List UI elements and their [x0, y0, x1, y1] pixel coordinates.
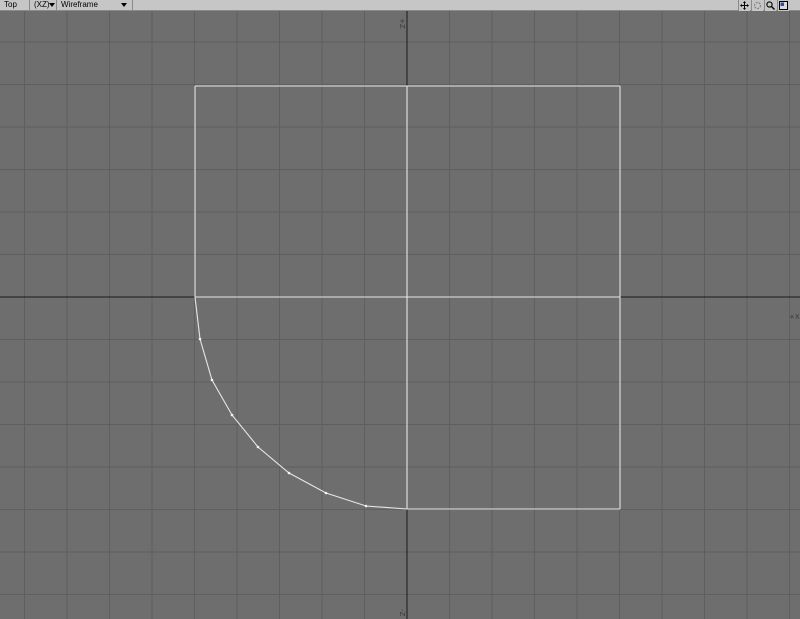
- curve-vertex-point: [210, 378, 214, 382]
- axis-label: (XZ): [34, 0, 50, 9]
- maximize-viewport-button[interactable]: [777, 0, 789, 11]
- axis-label-right: +X: [789, 313, 800, 321]
- rotate-icon: [754, 2, 761, 9]
- modeler-viewport[interactable]: Top (XZ) Wireframe +Z +X -Z: [0, 0, 800, 619]
- curve-vertices: [198, 337, 368, 508]
- render-mode-dropdown[interactable]: Wireframe: [57, 0, 133, 11]
- view-type-dropdown[interactable]: Top: [0, 0, 30, 11]
- mesh-rounded-corner-curve: [194, 296, 408, 510]
- curve-vertex-point: [198, 337, 202, 341]
- axis-label-bottom: -Z: [398, 609, 406, 617]
- axis-dropdown[interactable]: (XZ): [30, 0, 57, 11]
- zoom-button[interactable]: [764, 0, 776, 11]
- grid: [0, 11, 800, 619]
- viewport-canvas[interactable]: +Z +X -Z: [0, 11, 800, 619]
- viewport-toolbar: Top (XZ) Wireframe: [0, 0, 800, 11]
- chevron-down-icon: [121, 3, 127, 7]
- curve-vertex-point: [256, 445, 260, 449]
- curve-vertex-point: [364, 504, 368, 508]
- pan-button[interactable]: [738, 0, 750, 11]
- view-type-label: Top: [4, 0, 17, 9]
- zoom-icon: [766, 1, 775, 10]
- pan-move-icon: [740, 1, 749, 10]
- curve-vertex-point: [324, 491, 328, 495]
- axis-label-top: +Z: [398, 18, 406, 29]
- maximize-viewport-icon: [779, 1, 788, 10]
- wireframe-mesh[interactable]: [194, 85, 621, 510]
- chevron-down-icon: [49, 3, 55, 7]
- rotate-button[interactable]: [751, 0, 763, 11]
- curve-vertex-point: [230, 413, 234, 417]
- render-mode-label: Wireframe: [61, 0, 98, 9]
- curve-vertex-point: [287, 471, 291, 475]
